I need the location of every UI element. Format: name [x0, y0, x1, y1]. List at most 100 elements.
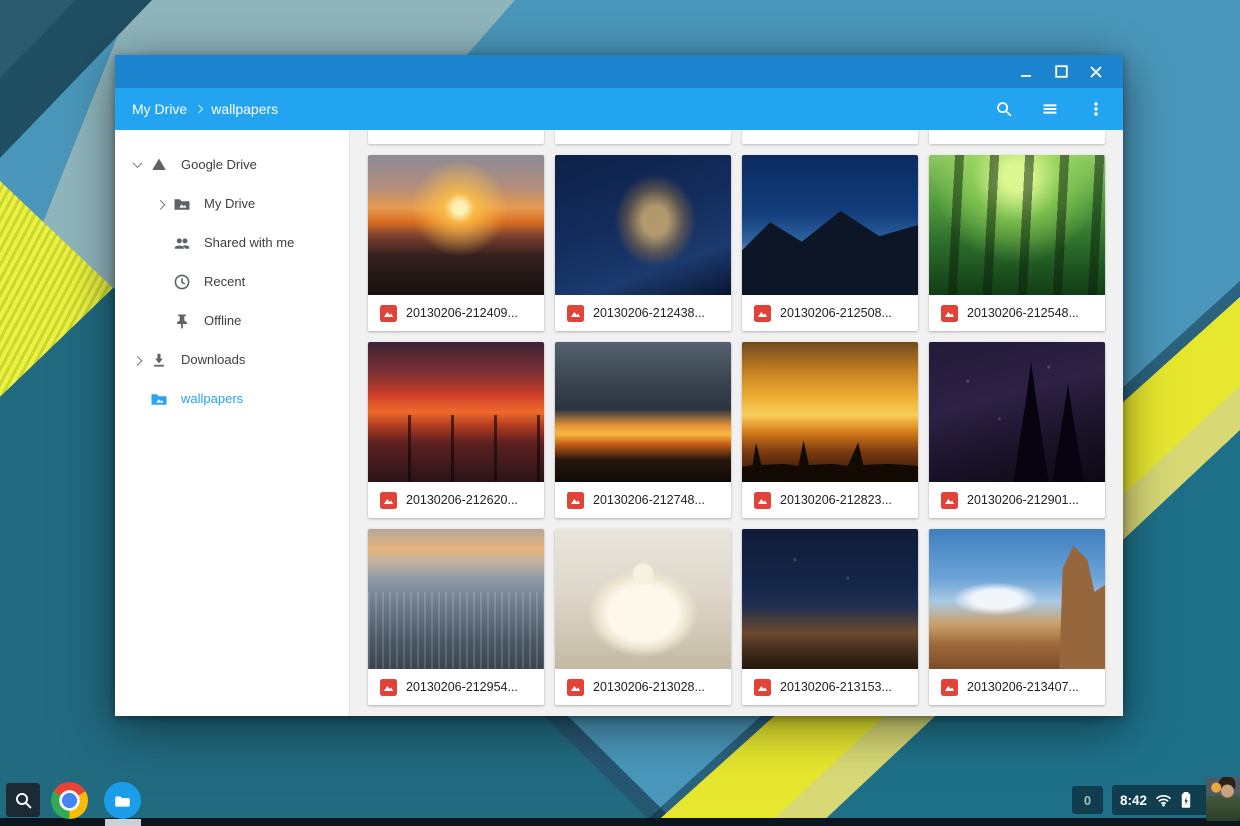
file-card[interactable]: 20130206-212438... [555, 155, 731, 331]
file-card[interactable]: 20130206-212508... [742, 155, 918, 331]
sidebar-item-offline[interactable]: Offline [115, 301, 349, 340]
image-file-icon [941, 679, 958, 696]
file-name: 20130206-213407... [967, 680, 1079, 694]
file-thumbnail [742, 155, 918, 295]
file-card-label: 20130206-212954... [368, 669, 544, 705]
sidebar-item-label: Shared with me [204, 235, 294, 250]
file-card[interactable]: 20130206-212954... [368, 529, 544, 705]
more-menu-button[interactable] [1087, 100, 1105, 118]
file-card[interactable]: 20130206-212548... [929, 155, 1105, 331]
card-bottom-partial[interactable] [929, 130, 1105, 144]
sidebar-item-my-drive[interactable]: My Drive [115, 184, 349, 223]
close-button[interactable] [1083, 60, 1109, 84]
view-list-icon [1041, 100, 1059, 118]
file-thumbnail [368, 155, 544, 295]
chevron-down-icon [125, 161, 149, 168]
desktop: My Drive wallpapers [0, 0, 1240, 826]
file-thumbnail [929, 155, 1105, 295]
sidebar-item-google-drive[interactable]: Google Drive [115, 145, 349, 184]
launcher-button[interactable] [6, 783, 40, 817]
card-bottom-partial[interactable] [368, 130, 544, 144]
file-card[interactable]: 20130206-212620... [368, 342, 544, 518]
file-card-label: 20130206-213153... [742, 669, 918, 705]
image-file-icon [567, 492, 584, 509]
sidebar-item-label: Recent [204, 274, 245, 289]
file-card[interactable]: 20130206-212409... [368, 155, 544, 331]
files-app-icon[interactable] [104, 782, 141, 819]
image-file-icon [380, 679, 397, 696]
file-name: 20130206-212748... [593, 493, 705, 507]
file-thumbnail [742, 342, 918, 482]
close-icon [1090, 66, 1102, 78]
image-file-icon [754, 492, 771, 509]
image-file-icon [754, 305, 771, 322]
file-cards: 20130206-212409... 20130206-212438... [368, 155, 1105, 705]
file-card-label: 20130206-213407... [929, 669, 1105, 705]
partial-row [368, 130, 1105, 144]
notification-counter[interactable]: 0 [1072, 786, 1103, 814]
chrome-app-icon[interactable] [51, 782, 88, 819]
file-card-label: 20130206-212508... [742, 295, 918, 331]
clock: 8:42 [1120, 793, 1147, 808]
file-name: 20130206-212823... [780, 493, 892, 507]
file-thumbnail [368, 529, 544, 669]
chevron-right-icon [148, 200, 172, 207]
file-card-label: 20130206-212748... [555, 482, 731, 518]
toolbar: My Drive wallpapers [115, 88, 1123, 130]
breadcrumb-root[interactable]: My Drive [132, 101, 187, 117]
files-app-window: My Drive wallpapers [115, 55, 1123, 716]
sidebar-item-label: Downloads [181, 352, 245, 367]
launcher-search-icon [14, 791, 33, 810]
breadcrumb: My Drive wallpapers [132, 101, 278, 117]
file-card[interactable]: 20130206-213153... [742, 529, 918, 705]
image-file-icon [380, 492, 397, 509]
sidebar-item-wallpapers[interactable]: wallpapers [115, 379, 349, 418]
minimize-icon [1020, 66, 1032, 78]
sidebar-item-shared-with-me[interactable]: Shared with me [115, 223, 349, 262]
people-icon [172, 234, 192, 252]
file-thumbnail [929, 342, 1105, 482]
sidebar-item-label: Google Drive [181, 157, 257, 172]
sidebar-item-downloads[interactable]: Downloads [115, 340, 349, 379]
maximize-button[interactable] [1048, 60, 1074, 84]
file-name: 20130206-212620... [406, 493, 518, 507]
file-name: 20130206-212438... [593, 306, 705, 320]
view-list-button[interactable] [1041, 100, 1059, 118]
sidebar-item-label: wallpapers [181, 391, 243, 406]
minimize-button[interactable] [1013, 60, 1039, 84]
file-card-label: 20130206-212438... [555, 295, 731, 331]
titlebar [115, 55, 1123, 88]
folder-icon [172, 195, 192, 213]
window-content: Google Drive My Drive Shared with me Rec… [115, 130, 1123, 716]
card-bottom-partial[interactable] [555, 130, 731, 144]
image-file-icon [754, 679, 771, 696]
file-card[interactable]: 20130206-213028... [555, 529, 731, 705]
breadcrumb-chevron-icon [195, 105, 203, 113]
battery-charging-icon [1180, 791, 1192, 809]
card-bottom-partial[interactable] [742, 130, 918, 144]
sidebar: Google Drive My Drive Shared with me Rec… [115, 130, 350, 716]
breadcrumb-current[interactable]: wallpapers [211, 101, 278, 117]
search-icon [995, 100, 1013, 118]
sidebar-item-label: My Drive [204, 196, 255, 211]
sidebar-item-recent[interactable]: Recent [115, 262, 349, 301]
file-card[interactable]: 20130206-212901... [929, 342, 1105, 518]
folder-icon [114, 794, 131, 808]
image-file-icon [941, 305, 958, 322]
file-grid: 20130206-212409... 20130206-212438... [350, 130, 1123, 716]
folder-blue-icon [149, 390, 169, 408]
file-card-label: 20130206-212823... [742, 482, 918, 518]
toolbar-actions [995, 100, 1105, 118]
chevron-right-icon [125, 356, 149, 363]
sidebar-item-label: Offline [204, 313, 241, 328]
clock-icon [172, 273, 192, 291]
wifi-icon [1155, 793, 1172, 807]
file-card-label: 20130206-212409... [368, 295, 544, 331]
file-card[interactable]: 20130206-213407... [929, 529, 1105, 705]
image-file-icon [380, 305, 397, 322]
search-button[interactable] [995, 100, 1013, 118]
file-card[interactable]: 20130206-212748... [555, 342, 731, 518]
file-thumbnail [555, 529, 731, 669]
file-card[interactable]: 20130206-212823... [742, 342, 918, 518]
user-avatar[interactable] [1206, 777, 1240, 821]
